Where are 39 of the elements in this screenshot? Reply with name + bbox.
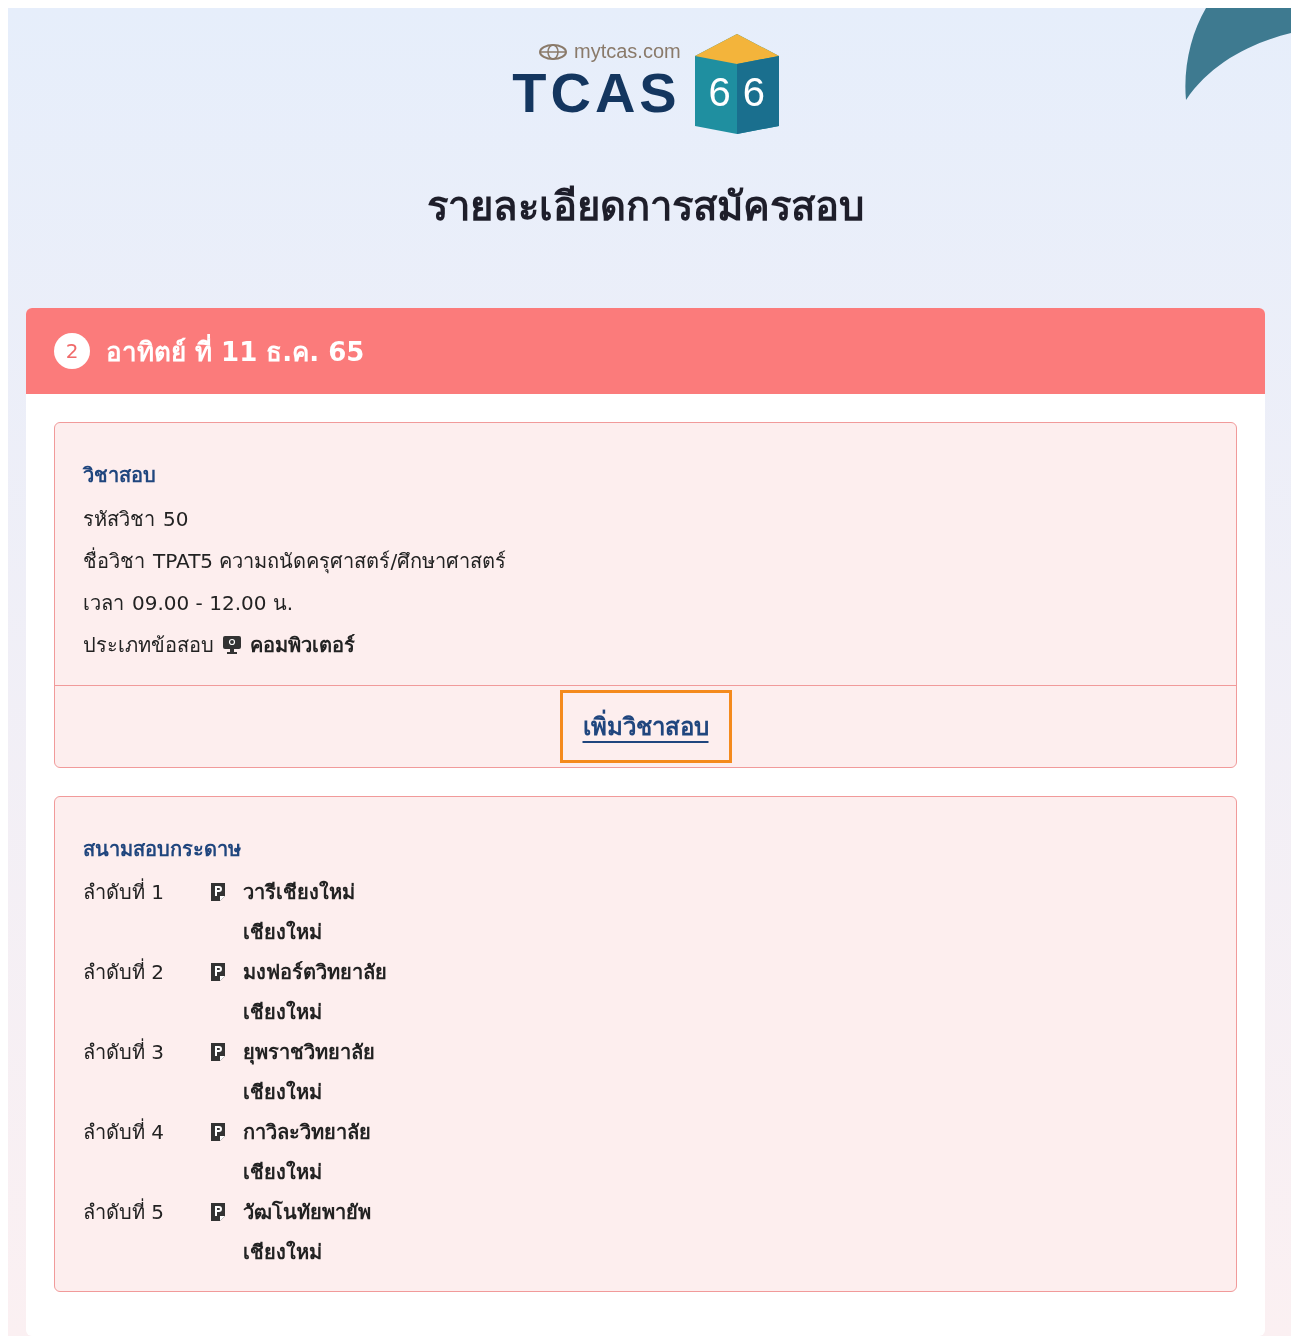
venue-name: วารีเชียงใหม่ bbox=[243, 879, 355, 906]
venue-province: เชียงใหม่ bbox=[243, 1159, 323, 1186]
field-label: เวลา bbox=[83, 590, 124, 617]
field-value: คอมพิวเตอร์ bbox=[250, 632, 355, 659]
venue-name: ยุพราชวิทยาลัย bbox=[243, 1039, 375, 1067]
venue-rank: ลำดับที่ 5 bbox=[83, 1197, 166, 1226]
venue-province: เชียงใหม่ bbox=[243, 919, 323, 946]
add-subject-link[interactable]: เพิ่มวิชาสอบ bbox=[559, 690, 732, 763]
paper-icon bbox=[209, 1122, 227, 1142]
field-label: ชื่อวิชา bbox=[83, 546, 145, 575]
field-value: 09.00 - 12.00 น. bbox=[132, 590, 294, 617]
paper-icon bbox=[209, 1042, 227, 1062]
paper-icon bbox=[209, 1202, 227, 1222]
field-value: TPAT5 ความถนัดครุศาสตร์/ศึกษาศาสตร์ bbox=[153, 548, 507, 576]
day-number-badge: 2 bbox=[54, 333, 90, 369]
exam-date: อาทิตย์ ที่ 11 ธ.ค. 65 bbox=[106, 333, 365, 369]
venue-rank: ลำดับที่ 3 bbox=[83, 1037, 166, 1066]
venue-name: กาวิละวิทยาลัย bbox=[243, 1119, 371, 1146]
site-name: mytcas.com bbox=[574, 40, 681, 63]
venue-rank: ลำดับที่ 1 bbox=[83, 877, 166, 906]
brand-logo-text: TCAS bbox=[512, 63, 681, 123]
venue-province: เชียงใหม่ bbox=[243, 1079, 323, 1106]
field-label: รหัสวิชา bbox=[83, 506, 155, 533]
paper-icon bbox=[209, 882, 227, 902]
globe-icon bbox=[538, 42, 569, 61]
venue-rank: ลำดับที่ 4 bbox=[83, 1117, 166, 1146]
venue-name: วัฒโนทัยพายัพ bbox=[243, 1199, 371, 1226]
section-heading: วิชาสอบ bbox=[83, 462, 157, 489]
venue-province: เชียงใหม่ bbox=[243, 999, 323, 1026]
venue-province: เชียงใหม่ bbox=[243, 1239, 323, 1266]
section-heading: สนามสอบกระดาษ bbox=[83, 836, 242, 863]
paper-icon bbox=[209, 962, 227, 982]
field-label: ประเภทข้อสอบ bbox=[83, 632, 214, 659]
venue-name: มงฟอร์ตวิทยาลัย bbox=[243, 959, 387, 986]
computer-icon bbox=[222, 635, 242, 655]
page-title: รายละเอียดการสมัครสอบ bbox=[427, 182, 864, 231]
field-value: 50 bbox=[163, 507, 189, 531]
book-logo: 6 6 bbox=[694, 34, 779, 134]
venue-rank: ลำดับที่ 2 bbox=[83, 957, 166, 986]
